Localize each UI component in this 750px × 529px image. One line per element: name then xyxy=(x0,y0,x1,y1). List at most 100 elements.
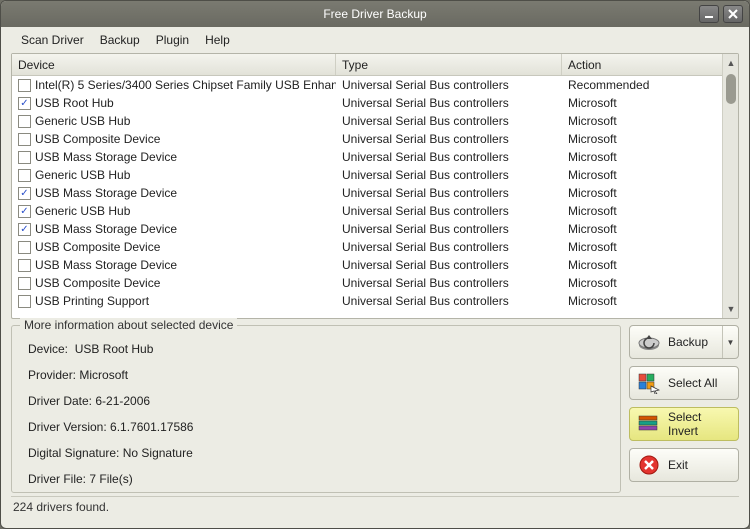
row-type: Universal Serial Bus controllers xyxy=(336,150,562,164)
titlebar: Free Driver Backup xyxy=(1,1,749,27)
row-type: Universal Serial Bus controllers xyxy=(336,294,562,308)
backup-label: Backup xyxy=(668,335,708,349)
lower-panel: More information about selected device D… xyxy=(11,325,739,493)
col-header-device[interactable]: Device xyxy=(12,54,336,75)
row-type: Universal Serial Bus controllers xyxy=(336,258,562,272)
row-type: Universal Serial Bus controllers xyxy=(336,96,562,110)
row-checkbox[interactable] xyxy=(18,241,31,254)
minimize-button[interactable] xyxy=(699,5,719,23)
row-action: Microsoft xyxy=(562,96,722,110)
row-action: Microsoft xyxy=(562,222,722,236)
driver-table: Device Type Action Intel(R) 5 Series/340… xyxy=(11,53,739,319)
close-button[interactable] xyxy=(723,5,743,23)
window-title: Free Driver Backup xyxy=(323,7,426,21)
col-header-type[interactable]: Type xyxy=(336,54,562,75)
menubar: Scan Driver Backup Plugin Help xyxy=(1,27,749,53)
menu-help[interactable]: Help xyxy=(199,30,236,50)
row-action: Microsoft xyxy=(562,276,722,290)
row-type: Universal Serial Bus controllers xyxy=(336,114,562,128)
selected-device-info: More information about selected device D… xyxy=(11,325,621,493)
info-file: Driver File: 7 File(s) xyxy=(28,472,608,486)
row-checkbox[interactable] xyxy=(18,295,31,308)
close-icon xyxy=(728,9,738,19)
scroll-up-icon[interactable]: ▲ xyxy=(725,56,737,70)
scrollbar[interactable]: ▲ ▼ xyxy=(722,54,738,318)
row-action: Microsoft xyxy=(562,258,722,272)
backup-dropdown[interactable]: ▼ xyxy=(722,326,738,358)
menu-plugin[interactable]: Plugin xyxy=(150,30,195,50)
table-row[interactable]: USB Composite DeviceUniversal Serial Bus… xyxy=(12,274,722,292)
row-action: Microsoft xyxy=(562,294,722,308)
row-type: Universal Serial Bus controllers xyxy=(336,132,562,146)
row-device: USB Composite Device xyxy=(35,240,160,254)
row-device: USB Mass Storage Device xyxy=(35,258,177,272)
table-row[interactable]: ✓USB Mass Storage DeviceUniversal Serial… xyxy=(12,184,722,202)
row-action: Microsoft xyxy=(562,114,722,128)
row-type: Universal Serial Bus controllers xyxy=(336,276,562,290)
row-checkbox[interactable] xyxy=(18,115,31,128)
row-device: USB Printing Support xyxy=(35,294,149,308)
row-checkbox[interactable] xyxy=(18,277,31,290)
row-device: USB Root Hub xyxy=(35,96,114,110)
table-row[interactable]: USB Composite Device Universal Serial Bus… xyxy=(12,130,722,148)
row-checkbox[interactable]: ✓ xyxy=(18,223,31,236)
row-checkbox[interactable] xyxy=(18,79,31,92)
row-device: USB Composite Device xyxy=(35,132,160,146)
row-device: Generic USB Hub xyxy=(35,114,130,128)
minimize-icon xyxy=(704,9,714,19)
row-checkbox[interactable]: ✓ xyxy=(18,187,31,200)
backup-icon xyxy=(636,330,662,354)
row-checkbox[interactable] xyxy=(18,259,31,272)
backup-button[interactable]: Backup ▼ xyxy=(629,325,739,359)
row-type: Universal Serial Bus controllers xyxy=(336,168,562,182)
exit-icon xyxy=(636,453,662,477)
row-action: Recommended xyxy=(562,78,722,92)
row-checkbox[interactable] xyxy=(18,151,31,164)
info-date: Driver Date: 6-21-2006 xyxy=(28,394,608,408)
row-device: Generic USB Hub xyxy=(35,204,130,218)
table-row[interactable]: USB Mass Storage Device Universal Serial … xyxy=(12,148,722,166)
status-text: 224 drivers found. xyxy=(13,500,109,514)
row-type: Universal Serial Bus controllers xyxy=(336,186,562,200)
row-type: Universal Serial Bus controllers xyxy=(336,240,562,254)
table-row[interactable]: USB Composite Device Universal Serial Bus… xyxy=(12,238,722,256)
table-row[interactable]: Intel(R) 5 Series/3400 Series Chipset Fa… xyxy=(12,76,722,94)
scroll-thumb[interactable] xyxy=(726,74,736,104)
row-type: Universal Serial Bus controllers xyxy=(336,222,562,236)
row-device: USB Mass Storage Device xyxy=(35,150,177,164)
row-action: Microsoft xyxy=(562,168,722,182)
table-row[interactable]: ✓ USB Root Hub Universal Serial Bus contro… xyxy=(12,94,722,112)
info-provider: Provider: Microsoft xyxy=(28,368,608,382)
table-row[interactable]: ✓ USB Mass Storage Device Universal Serial… xyxy=(12,220,722,238)
table-row[interactable]: USB Printing Support Universal Serial Bus… xyxy=(12,292,722,310)
row-checkbox[interactable] xyxy=(18,169,31,182)
info-version: Driver Version: 6.1.7601.17586 xyxy=(28,420,608,434)
scroll-down-icon[interactable]: ▼ xyxy=(725,302,737,316)
row-action: Microsoft xyxy=(562,132,722,146)
row-type: Universal Serial Bus controllers xyxy=(336,78,562,92)
table-row[interactable]: Generic USB Hub Universal Serial Bus cont… xyxy=(12,166,722,184)
row-action: Microsoft xyxy=(562,204,722,218)
row-action: Microsoft xyxy=(562,186,722,200)
exit-button[interactable]: Exit xyxy=(629,448,739,482)
row-device: USB Mass Storage Device xyxy=(35,222,177,236)
menu-backup[interactable]: Backup xyxy=(94,30,146,50)
table-row[interactable]: Generic USB Hub Universal Serial Bus cont… xyxy=(12,112,722,130)
col-header-action[interactable]: Action xyxy=(562,54,722,75)
info-legend: More information about selected device xyxy=(20,318,237,332)
exit-label: Exit xyxy=(668,458,688,472)
menu-scan-driver[interactable]: Scan Driver xyxy=(15,30,90,50)
select-all-button[interactable]: Select All xyxy=(629,366,739,400)
table-row[interactable]: ✓Generic USB HubUniversal Serial Bus con… xyxy=(12,202,722,220)
row-checkbox[interactable]: ✓ xyxy=(18,205,31,218)
select-all-icon xyxy=(636,371,662,395)
row-device: Generic USB Hub xyxy=(35,168,130,182)
info-device: Device: USB Root Hub xyxy=(28,342,608,356)
row-checkbox[interactable] xyxy=(18,133,31,146)
select-invert-button[interactable]: Select Invert xyxy=(629,407,739,441)
row-action: Microsoft xyxy=(562,240,722,254)
row-checkbox[interactable]: ✓ xyxy=(18,97,31,110)
table-row[interactable]: USB Mass Storage Device Universal Serial … xyxy=(12,256,722,274)
select-all-label: Select All xyxy=(668,376,717,390)
select-invert-label: Select Invert xyxy=(668,410,732,438)
